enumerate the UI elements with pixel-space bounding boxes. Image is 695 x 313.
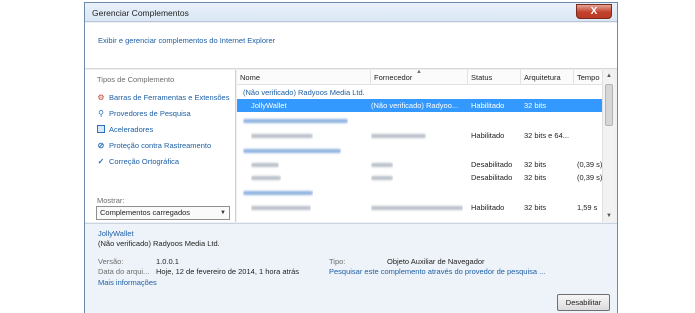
title-bar: Gerenciar Complementos X bbox=[85, 3, 617, 22]
scroll-down-icon[interactable]: ▼ bbox=[603, 210, 615, 222]
scrollbar-thumb[interactable] bbox=[605, 84, 613, 126]
addons-table: Nome ▲ Fornecedor Status Arquitetura Temp… bbox=[237, 70, 602, 222]
sort-up-icon: ▲ bbox=[416, 70, 422, 75]
spell-icon: ✓ bbox=[97, 156, 105, 166]
group-header-blurred bbox=[237, 114, 602, 127]
cell-status: Habilitado bbox=[471, 131, 505, 140]
cell-time: (0,39 s) bbox=[577, 173, 602, 182]
details-pane: JollyWallet (Não verificado) Radyoos Med… bbox=[85, 223, 617, 313]
header-strip: Exibir e gerenciar complementos do Inter… bbox=[85, 23, 617, 69]
version-value: 1.0.0.1 bbox=[156, 257, 179, 266]
cell-status: Habilitado bbox=[471, 203, 505, 212]
detail-addon-name: JollyWallet bbox=[98, 229, 134, 238]
type-label: Barras de Ferramentas e Extensões bbox=[109, 92, 230, 102]
column-header-arch[interactable]: Arquitetura bbox=[521, 70, 574, 85]
file-date-value: Hoje, 12 de fevereiro de 2014, 1 hora at… bbox=[156, 267, 300, 276]
addon-types-list: ⚙ Barras de Ferramentas e Extensões ⚲ Pr… bbox=[96, 89, 234, 169]
cell-arch: 32 bits bbox=[524, 203, 547, 212]
type-accelerators[interactable]: Aceleradores bbox=[96, 121, 234, 137]
addon-types-title: Tipos de Complemento bbox=[97, 75, 175, 84]
cell-arch: 32 bits bbox=[524, 173, 547, 182]
cell-arch: 32 bits e 64... bbox=[524, 131, 570, 140]
version-label: Versão: bbox=[98, 257, 124, 266]
type-label: Proteção contra Rastreamento bbox=[109, 140, 212, 150]
group-header: (Não verificado) Radyoos Media Ltd. bbox=[243, 88, 365, 97]
type-label: Provedores de Pesquisa bbox=[109, 108, 191, 118]
column-header-vendor[interactable]: ▲ Fornecedor bbox=[371, 70, 468, 85]
cell-arch: 32 bits bbox=[524, 160, 547, 169]
cell-status: Desabilitado bbox=[471, 160, 513, 169]
show-dropdown[interactable]: Complementos carregados ▼ bbox=[96, 206, 230, 220]
type-value: Objeto Auxiliar de Navegador bbox=[387, 257, 485, 266]
search-addon-link[interactable]: Pesquisar este complemento através do pr… bbox=[329, 267, 545, 276]
type-toolbars-extensions[interactable]: ⚙ Barras de Ferramentas e Extensões bbox=[96, 89, 234, 105]
show-label: Mostrar: bbox=[97, 196, 125, 205]
detail-publisher: (Não verificado) Radyoos Media Ltd. bbox=[98, 239, 220, 248]
type-search-providers[interactable]: ⚲ Provedores de Pesquisa bbox=[96, 105, 234, 121]
cell-status: Desabilitado bbox=[471, 173, 513, 182]
group-header-blurred bbox=[237, 186, 602, 199]
column-header-status[interactable]: Status bbox=[468, 70, 521, 85]
column-header-name[interactable]: Nome bbox=[237, 70, 371, 85]
table-row[interactable]: Habilitado 32 bits e 64... bbox=[237, 129, 602, 142]
cell-name: JollyWallet bbox=[251, 101, 287, 110]
table-row[interactable]: Habilitado 32 bits 1,59 s bbox=[237, 201, 602, 214]
search-icon: ⚲ bbox=[98, 108, 104, 118]
accelerator-icon bbox=[97, 125, 105, 133]
table-row[interactable]: Desabilitado 32 bits (0,39 s) bbox=[237, 171, 602, 184]
gear-icon: ⚙ bbox=[97, 92, 105, 102]
window-title: Gerenciar Complementos bbox=[92, 8, 189, 18]
group-header-blurred bbox=[237, 144, 602, 157]
column-header-time[interactable]: Tempo bbox=[574, 70, 602, 85]
type-label: Tipo: bbox=[329, 257, 346, 266]
table-row[interactable]: JollyWallet (Não verificado) Radyoo... H… bbox=[237, 99, 602, 112]
table-scrollbar[interactable]: ▲ ▼ bbox=[602, 70, 615, 222]
show-dropdown-value: Complementos carregados bbox=[100, 208, 191, 217]
cell-arch: 32 bits bbox=[524, 101, 547, 110]
block-icon: ⊘ bbox=[97, 140, 105, 150]
cell-time: (0,39 s) bbox=[577, 160, 602, 169]
addon-types-pane: Tipos de Complemento ⚙ Barras de Ferrame… bbox=[85, 70, 236, 222]
header-description: Exibir e gerenciar complementos do Inter… bbox=[98, 36, 276, 45]
file-date-label: Data do arqui... bbox=[98, 267, 150, 276]
close-icon: X bbox=[590, 6, 598, 17]
type-tracking-protection[interactable]: ⊘ Proteção contra Rastreamento bbox=[96, 137, 234, 153]
chevron-down-icon: ▼ bbox=[220, 210, 226, 216]
type-label: Aceleradores bbox=[109, 124, 154, 134]
cell-status: Habilitado bbox=[471, 101, 505, 110]
table-row[interactable]: Desabilitado 32 bits (0,39 s) bbox=[237, 158, 602, 171]
disable-button[interactable]: Desabilitar bbox=[557, 294, 610, 311]
close-button[interactable]: X bbox=[576, 4, 612, 19]
type-spelling-correction[interactable]: ✓ Correção Ortográfica bbox=[96, 153, 234, 169]
cell-vendor: (Não verificado) Radyoo... bbox=[371, 101, 459, 110]
scroll-up-icon[interactable]: ▲ bbox=[603, 70, 615, 82]
more-info-link[interactable]: Mais informações bbox=[98, 278, 157, 287]
cell-time: 1,59 s bbox=[577, 203, 598, 212]
type-label: Correção Ortográfica bbox=[109, 156, 180, 166]
manage-addons-window: Gerenciar Complementos X Exibir e gerenc… bbox=[84, 2, 618, 313]
